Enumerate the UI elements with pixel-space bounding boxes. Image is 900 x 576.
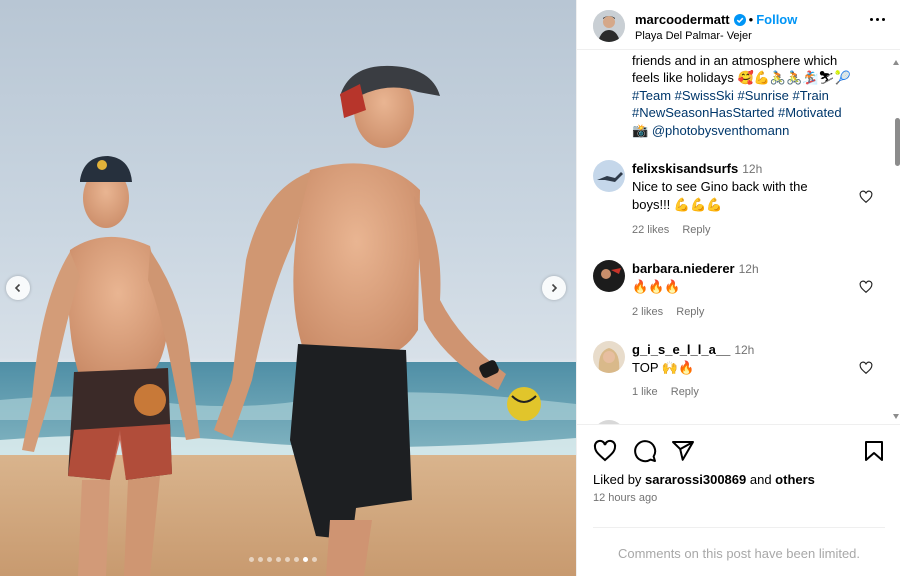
comment-reply-button[interactable]: Reply — [682, 224, 710, 236]
hashtag-link[interactable]: #Train — [792, 88, 828, 103]
post-side-panel: marcoodermatt • Follow Playa Del Palmar-… — [576, 0, 900, 576]
liked-by-summary: Liked by sararossi300869 and others — [593, 472, 815, 487]
author-username[interactable]: marcoodermatt — [635, 12, 730, 27]
comment-likes-count[interactable]: 1 like — [632, 386, 658, 398]
commenter-avatar-image — [593, 160, 625, 192]
comment-reply-button[interactable]: Reply — [671, 386, 699, 398]
chevron-left-icon — [14, 283, 21, 293]
comment-meta: 2 likes Reply — [632, 306, 714, 318]
commenter-avatar[interactable] — [593, 341, 625, 373]
comment-time: 12h — [742, 162, 763, 176]
carousel-dot — [276, 557, 281, 562]
comments-scrollbar-thumb[interactable] — [895, 118, 900, 166]
instagram-post-viewer: marcoodermatt • Follow Playa Del Palmar-… — [0, 0, 900, 576]
hashtag-link[interactable]: #NewSeasonHasStarted — [632, 105, 774, 120]
comment-body: barbara.niederer 12h 🔥🔥🔥 — [632, 260, 846, 296]
comment-likes-count[interactable]: 22 likes — [632, 224, 669, 236]
author-avatar-image — [593, 10, 625, 42]
author-name-row: marcoodermatt • Follow — [635, 12, 797, 27]
post-location[interactable]: Playa Del Palmar- Vejer — [635, 30, 752, 42]
carousel-dot — [258, 557, 263, 562]
comment-like-heart-icon[interactable] — [859, 361, 873, 375]
caption-line: friends and in an atmosphere which — [632, 53, 838, 68]
comment-username[interactable]: g_i_s_e_l_l_a__ — [632, 342, 730, 357]
liked-by-others-link[interactable]: others — [775, 472, 815, 487]
comment-username[interactable]: felixskisandsurfs — [632, 161, 738, 176]
comment-time: 12h — [738, 262, 759, 276]
hashtag-link[interactable]: #Motivated — [778, 105, 842, 120]
post-timestamp[interactable]: 12 hours ago — [593, 492, 657, 504]
post-header: marcoodermatt • Follow Playa Del Palmar-… — [577, 0, 900, 50]
header-separator: • — [748, 12, 754, 27]
commenter-avatar[interactable] — [593, 260, 625, 292]
camera-icon: 📸 — [632, 123, 649, 138]
carousel-next-button[interactable] — [542, 276, 566, 300]
carousel-dots — [249, 557, 317, 562]
comment-likes-count[interactable]: 2 likes — [632, 306, 663, 318]
comment-reply-button[interactable]: Reply — [676, 306, 704, 318]
comment-meta: 22 likes Reply — [632, 224, 720, 236]
verified-badge-icon — [733, 13, 746, 26]
comment-like-heart-icon[interactable] — [859, 190, 873, 204]
post-photo[interactable] — [0, 0, 576, 576]
caption-hashtags: #NewSeasonHasStarted #Motivated — [632, 104, 842, 121]
comment-text: TOP 🙌🔥 — [632, 360, 695, 375]
caption-line: feels like holidays 🥰💪🚴🚴🏂⛷🎾 — [632, 70, 852, 85]
liked-by-mid: and — [746, 472, 776, 487]
commenter-avatar-image — [593, 260, 625, 292]
comments-list[interactable]: friends and in an atmosphere which feels… — [577, 50, 900, 424]
hashtag-link[interactable]: #SwissSki — [675, 88, 734, 103]
comment-text: 🔥🔥🔥 — [632, 279, 681, 294]
liked-by-user-link[interactable]: sararossi300869 — [645, 472, 746, 487]
commenter-avatar-image — [593, 341, 625, 373]
comment-body: g_i_s_e_l_l_a__ 12h TOP 🙌🔥 — [632, 341, 846, 377]
carousel-prev-button[interactable] — [6, 276, 30, 300]
hashtag-link[interactable]: #Sunrise — [738, 88, 789, 103]
share-icon[interactable] — [671, 439, 695, 463]
beach-photo-image — [0, 65, 576, 576]
carousel-dot — [294, 557, 299, 562]
photo-credit-mention[interactable]: @photobysventhomann — [652, 123, 790, 138]
comment-like-heart-icon[interactable] — [859, 280, 873, 294]
comment-icon[interactable] — [633, 439, 657, 463]
bookmark-icon[interactable] — [862, 439, 886, 463]
heart-icon[interactable] — [593, 439, 617, 463]
author-avatar[interactable] — [593, 10, 625, 42]
carousel-dot — [312, 557, 317, 562]
comment-time: 12h — [734, 343, 755, 357]
scroll-up-arrow[interactable] — [893, 60, 899, 65]
carousel-dot — [267, 557, 272, 562]
comment-body: felixskisandsurfs 12h Nice to see Gino ba… — [632, 160, 846, 214]
comment-username[interactable]: barbara.niederer — [632, 261, 735, 276]
carousel-dot-active — [303, 557, 308, 562]
more-options-icon[interactable] — [870, 18, 885, 21]
carousel-dot — [285, 557, 290, 562]
divider — [593, 527, 885, 528]
chevron-right-icon — [551, 283, 558, 293]
hashtag-link[interactable]: #Team — [632, 88, 671, 103]
scroll-down-arrow[interactable] — [893, 414, 899, 419]
comment-meta: 1 like Reply — [632, 386, 709, 398]
comments-limited-notice: Comments on this post have been limited. — [617, 546, 861, 561]
liked-by-prefix: Liked by — [593, 472, 646, 487]
comment-text: Nice to see Gino back with the boys!!! 💪… — [632, 179, 808, 212]
commenter-avatar[interactable] — [593, 160, 625, 192]
follow-button[interactable]: Follow — [756, 12, 797, 27]
caption-photo-credit: 📸 @photobysventhomann — [632, 122, 789, 139]
caption-hashtags: #Team #SwissSki #Sunrise #Train — [632, 87, 829, 104]
post-actions-bar — [577, 424, 900, 468]
carousel-dot — [249, 557, 254, 562]
